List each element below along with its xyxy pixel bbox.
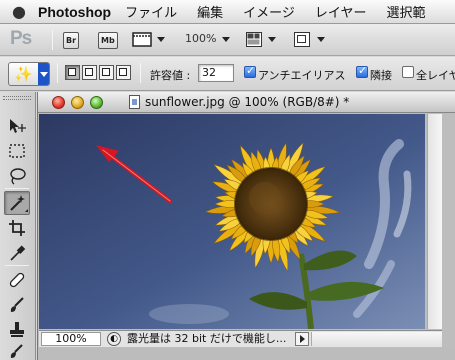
close-window-button[interactable]	[52, 96, 65, 109]
minimize-window-button[interactable]	[71, 96, 84, 109]
chevron-down-icon[interactable]	[222, 37, 230, 42]
zoom-level-select[interactable]: 100%	[185, 32, 216, 45]
zoom-window-button[interactable]	[90, 96, 103, 109]
submenu-indicator	[25, 209, 28, 212]
eyedropper-tool[interactable]	[4, 241, 30, 265]
menu-app-name[interactable]: Photoshop	[38, 4, 111, 20]
history-brush-tool[interactable]	[4, 340, 30, 360]
menu-layer[interactable]: レイヤー	[315, 2, 367, 21]
cloud	[149, 304, 229, 324]
intersect-selection-button[interactable]	[116, 65, 131, 80]
antialias-label: アンチエイリアス	[258, 69, 346, 82]
chevron-down-icon[interactable]	[268, 37, 276, 42]
tools-panel	[0, 92, 36, 360]
status-bar: 100% ◐ 露光量は 32 bit だけで機能し...	[39, 330, 442, 347]
crop-tool[interactable]	[4, 216, 30, 240]
info-icon[interactable]: ◐	[107, 332, 121, 346]
grid-icon	[247, 33, 260, 45]
crop-icon	[9, 220, 25, 236]
menu-bar: ● Photoshop ファイル 編集 イメージ レイヤー 選択範	[0, 0, 455, 24]
brush-icon	[10, 297, 24, 312]
document-titlebar[interactable]: sunflower.jpg @ 100% (RGB/8#) *	[38, 92, 455, 113]
marquee-tool[interactable]	[4, 139, 30, 163]
zoom-field[interactable]: 100%	[41, 332, 101, 346]
magic-wand-tool[interactable]	[4, 191, 30, 215]
tool-preset-picker[interactable]: ✨	[8, 62, 50, 86]
application-bar: Ps Br Mb 100%	[0, 24, 455, 56]
add-to-selection-button[interactable]	[82, 65, 97, 80]
antialias-checkbox[interactable]	[244, 64, 256, 78]
healing-brush-tool[interactable]	[4, 268, 30, 292]
view-extras-button[interactable]	[132, 32, 154, 48]
contiguous-label: 隣接	[370, 69, 392, 82]
lasso-tool[interactable]	[4, 164, 30, 188]
divider	[52, 30, 53, 50]
preset-dropdown[interactable]	[38, 63, 49, 85]
brush-tool[interactable]	[4, 293, 30, 317]
menu-image[interactable]: イメージ	[243, 2, 295, 21]
magic-wand-icon: ✨	[14, 65, 33, 83]
chevron-down-icon	[40, 72, 48, 77]
all-layers-label: 全レイヤ	[416, 69, 455, 82]
vertical-scrollbar[interactable]	[427, 114, 442, 329]
document-icon	[129, 95, 140, 109]
arrange-documents-icon[interactable]	[246, 32, 262, 47]
contiguous-checkbox[interactable]	[356, 64, 368, 78]
chevron-down-icon[interactable]	[157, 37, 165, 42]
subtract-from-selection-button[interactable]	[99, 65, 114, 80]
move-icon	[10, 119, 26, 133]
tolerance-label: 許容値 :	[150, 69, 191, 82]
divider	[57, 63, 58, 83]
chevron-down-icon[interactable]	[317, 37, 325, 42]
divider	[5, 188, 29, 189]
menu-file[interactable]: ファイル	[125, 2, 177, 21]
document-title: sunflower.jpg @ 100% (RGB/8#) *	[145, 95, 350, 109]
document-window: sunflower.jpg @ 100% (RGB/8#) * 100% ◐ 露…	[37, 92, 455, 360]
options-bar: ✨ 許容値 : 32 アンチエイリアス 隣接 全レイヤ	[0, 57, 455, 91]
menu-edit[interactable]: 編集	[197, 2, 223, 21]
sunflower-photo	[39, 114, 425, 329]
horizontal-scrollbar[interactable]	[311, 332, 442, 346]
history-brush-icon	[10, 344, 23, 358]
bandage-icon	[9, 272, 25, 288]
all-layers-checkbox[interactable]	[402, 66, 414, 78]
image-canvas[interactable]	[39, 114, 425, 329]
panel-grip[interactable]	[3, 96, 31, 100]
window-bottom	[38, 348, 455, 360]
clone-stamp-tool[interactable]	[4, 318, 30, 342]
screen-mode-icon[interactable]	[294, 32, 310, 47]
tolerance-input[interactable]: 32	[198, 64, 234, 82]
divider	[5, 265, 29, 266]
divider	[140, 63, 141, 83]
status-menu-button[interactable]	[295, 332, 309, 346]
apple-menu-icon[interactable]: ●	[0, 2, 38, 21]
launch-minibridge-button[interactable]: Mb	[98, 32, 118, 49]
stamp-icon	[10, 322, 24, 337]
lasso-icon	[10, 168, 26, 185]
move-tool[interactable]	[4, 114, 30, 138]
launch-bridge-button[interactable]: Br	[63, 32, 80, 49]
new-selection-button[interactable]	[65, 65, 80, 80]
status-text: 露光量は 32 bit だけで機能し...	[127, 332, 287, 345]
photoshop-logo: Ps	[10, 28, 32, 49]
film-icon	[132, 32, 152, 47]
marquee-icon	[9, 144, 25, 158]
menu-select[interactable]: 選択範	[387, 2, 426, 21]
eyedropper-icon	[10, 245, 26, 261]
